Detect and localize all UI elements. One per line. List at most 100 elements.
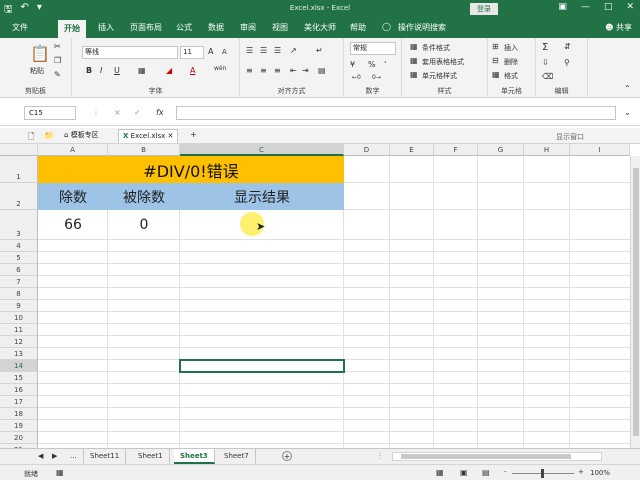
selected-cell-c15[interactable] (179, 359, 345, 373)
format-as-table-button[interactable]: 套用表格格式 (422, 57, 464, 67)
tab-splitter-icon[interactable]: ⋮ (376, 451, 384, 460)
row-header[interactable]: 6 (0, 264, 38, 276)
maximize-icon[interactable]: □ (604, 2, 613, 12)
tab-home[interactable]: 开始 (58, 20, 86, 38)
format-cells-button[interactable]: 格式 (504, 71, 518, 81)
minimize-icon[interactable]: — (581, 2, 590, 12)
row-header[interactable]: 1 (0, 156, 38, 183)
tab-review[interactable]: 审阅 (240, 22, 256, 33)
row-header[interactable]: 8 (0, 288, 38, 300)
clear-icon[interactable]: ⌫ (542, 72, 553, 81)
italic-button[interactable]: I (100, 66, 102, 75)
new-file-icon[interactable]: 🗋 (28, 131, 34, 145)
sheet-overflow[interactable]: ... (64, 449, 84, 464)
align-left-icon[interactable]: ≡ (246, 66, 253, 75)
decrease-indent-icon[interactable]: ⇤ (290, 66, 297, 75)
vertical-scrollbar[interactable] (630, 156, 640, 448)
template-tab[interactable]: ⌂ 模板专区 (60, 129, 103, 143)
name-box[interactable]: C15 (24, 106, 76, 120)
collapse-ribbon-icon[interactable]: ⌃ (624, 84, 631, 93)
conditional-format-button[interactable]: 条件格式 (422, 43, 450, 53)
value-cell-b3[interactable]: 0 (108, 210, 180, 240)
tab-view[interactable]: 视图 (272, 22, 288, 33)
header-cell-dividend[interactable]: 被除数 (108, 183, 180, 210)
horizontal-scroll-thumb[interactable] (401, 454, 571, 459)
format-painter-icon[interactable]: ✎ (54, 70, 61, 79)
add-tab-button[interactable]: + (190, 130, 197, 139)
paste-icon[interactable]: 📋 (30, 44, 50, 63)
header-cell-divisor[interactable]: 除数 (38, 183, 108, 210)
row-header[interactable]: 15 (0, 372, 38, 384)
grow-font-button[interactable]: A (208, 47, 213, 56)
tab-beautify[interactable]: 美化大师 (304, 22, 336, 33)
value-cell-a3[interactable]: 66 (38, 210, 108, 240)
sheet-tab-sheet1[interactable]: Sheet1 (132, 449, 170, 464)
sheet-tab-sheet3[interactable]: Sheet3 (174, 449, 215, 464)
bold-button[interactable]: B (86, 66, 92, 75)
font-size-select[interactable]: 11 (180, 46, 204, 59)
column-header-c[interactable]: C (180, 144, 344, 156)
fill-icon[interactable]: ⇩ (542, 58, 549, 67)
row-header[interactable]: 11 (0, 324, 38, 336)
ribbon-display-icon[interactable]: ▣ (558, 2, 567, 12)
zoom-out-button[interactable]: - (504, 468, 507, 476)
select-all-corner[interactable] (0, 144, 38, 156)
column-header-g[interactable]: G (478, 144, 524, 156)
next-sheet-icon[interactable]: ▶ (52, 452, 57, 460)
shrink-font-button[interactable]: A (222, 48, 227, 56)
find-icon[interactable]: ⚲ (564, 58, 570, 67)
prev-sheet-icon[interactable]: ◀ (38, 452, 43, 460)
row-header[interactable]: 12 (0, 336, 38, 348)
column-header-i[interactable]: I (570, 144, 630, 156)
align-middle-icon[interactable]: ☰ (260, 46, 267, 55)
page-layout-view-icon[interactable]: ▣ (460, 468, 468, 477)
merge-center-icon[interactable]: ▤ (318, 66, 326, 75)
page-break-view-icon[interactable]: ▤ (482, 468, 490, 477)
row-header[interactable]: 7 (0, 276, 38, 288)
column-header-d[interactable]: D (344, 144, 390, 156)
align-center-icon[interactable]: ≡ (260, 66, 267, 75)
paste-label[interactable]: 粘贴 (30, 66, 44, 76)
sheet-tab-sheet11[interactable]: Sheet11 (84, 449, 127, 464)
column-header-h[interactable]: H (524, 144, 570, 156)
orientation-icon[interactable]: ↗ (290, 46, 297, 55)
tab-formulas[interactable]: 公式 (176, 22, 192, 33)
align-right-icon[interactable]: ≡ (274, 66, 281, 75)
currency-icon[interactable]: ¥ (350, 60, 355, 69)
cut-icon[interactable]: ✂ (54, 42, 61, 51)
decrease-decimal-icon[interactable]: 0→ (372, 74, 381, 81)
zoom-in-button[interactable]: + (578, 468, 584, 476)
close-tab-icon[interactable]: ✕ (168, 132, 174, 140)
tab-page-layout[interactable]: 页面布局 (130, 22, 162, 33)
formula-input[interactable] (176, 106, 616, 120)
font-name-select[interactable]: 等线 (82, 46, 178, 59)
cell-styles-button[interactable]: 单元格样式 (422, 71, 457, 81)
fill-color-icon[interactable]: ◢ (166, 66, 172, 75)
row-header[interactable]: 16 (0, 384, 38, 396)
column-header-a[interactable]: A (38, 144, 108, 156)
border-icon[interactable]: ▦ (138, 66, 146, 75)
header-cell-result[interactable]: 显示结果 (180, 183, 344, 210)
row-header[interactable]: 5 (0, 252, 38, 264)
font-color-button[interactable]: A (190, 66, 195, 75)
wrap-text-icon[interactable]: ↵ (316, 46, 323, 55)
row-header[interactable]: 20 (0, 432, 38, 444)
number-format-select[interactable]: 常规 (350, 42, 396, 55)
add-sheet-button[interactable]: + (282, 451, 292, 461)
row-header[interactable]: 14 (0, 360, 38, 372)
sheet-tab-sheet7[interactable]: Sheet7 (218, 449, 256, 464)
row-header[interactable]: 2 (0, 183, 38, 210)
tab-help[interactable]: 帮助 (350, 22, 366, 33)
expand-formula-icon[interactable]: ⌄ (624, 108, 631, 117)
align-top-icon[interactable]: ☰ (246, 46, 253, 55)
vertical-scroll-thumb[interactable] (633, 168, 639, 436)
row-header[interactable]: 13 (0, 348, 38, 360)
tell-me-search[interactable]: 操作说明搜索 (398, 22, 446, 33)
macro-record-icon[interactable]: ▦ (56, 468, 64, 477)
zoom-level[interactable]: 100% (590, 469, 610, 477)
column-header-b[interactable]: B (108, 144, 180, 156)
column-header-f[interactable]: F (434, 144, 478, 156)
open-folder-icon[interactable]: 📁 (44, 131, 54, 140)
row-header[interactable]: 10 (0, 312, 38, 324)
row-header[interactable]: 18 (0, 408, 38, 420)
